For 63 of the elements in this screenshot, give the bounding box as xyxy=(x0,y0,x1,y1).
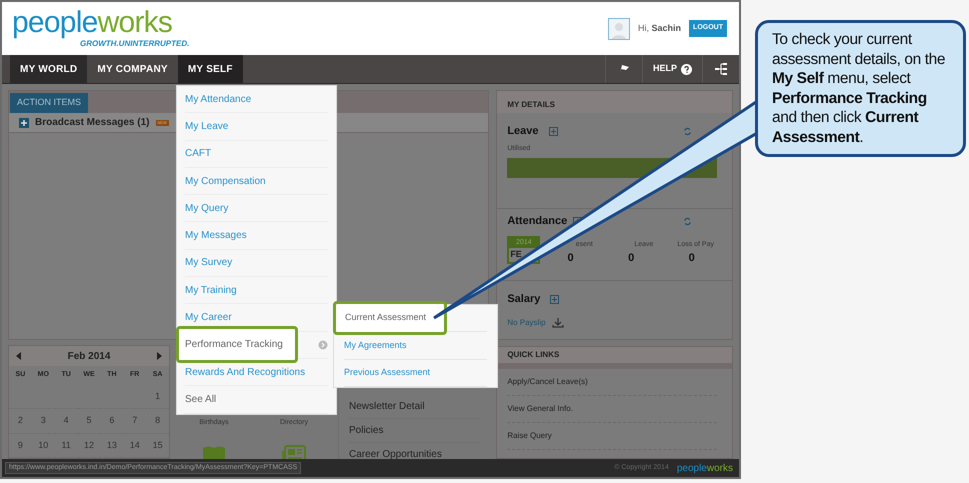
calendar-day[interactable]: 11 xyxy=(54,434,78,458)
nav-tab[interactable]: MY SELF xyxy=(178,55,243,83)
footer-logo: peopleworks xyxy=(676,462,733,476)
menu-item[interactable]: My Leave xyxy=(185,118,228,134)
submenu-item[interactable]: My Agreements xyxy=(344,338,407,352)
menu-item[interactable]: My Query xyxy=(185,200,228,216)
section-title: Leave xyxy=(507,124,539,139)
expand-icon xyxy=(550,294,560,304)
callout-text: To check your current assessment details, on the My Self menu, select Performance Tracking and then click Current Assessment. xyxy=(772,30,946,147)
menu-item[interactable]: My Survey xyxy=(185,255,232,270)
calendar-day[interactable]: 13 xyxy=(100,434,124,458)
link-item[interactable]: Policies xyxy=(349,419,480,443)
expand-icon[interactable] xyxy=(19,118,29,128)
menu-item[interactable]: Rewards And Recognitions xyxy=(185,364,306,380)
quick-link[interactable]: Apply/Cancel Leave(s) xyxy=(507,369,718,396)
calendar-day[interactable]: 3 xyxy=(32,409,55,434)
payslip-link[interactable]: No Payslip xyxy=(507,316,546,328)
nav-tab[interactable]: MY COMPANY xyxy=(87,55,178,83)
quick-link[interactable]: View General Info. xyxy=(507,396,718,423)
calendar-day[interactable]: 7 xyxy=(123,409,146,434)
section-title: Salary xyxy=(507,292,540,307)
panel-title: MY DETAILS xyxy=(507,99,556,111)
logo: peopleworks xyxy=(12,8,172,38)
submenu-item[interactable]: Current Assessment xyxy=(333,301,448,335)
quick-link[interactable]: Raise Query xyxy=(507,423,718,450)
menu-item[interactable]: My Training xyxy=(185,282,237,298)
nav-tab[interactable]: MY WORLD xyxy=(10,55,88,83)
broadcast-messages: Broadcast Messages (1) xyxy=(35,116,150,130)
avatar xyxy=(608,18,630,40)
section-title: Attendance xyxy=(507,214,568,229)
menu-item[interactable]: My Messages xyxy=(185,228,247,244)
calendar-day[interactable]: 14 xyxy=(123,434,146,458)
download-icon[interactable] xyxy=(552,318,564,328)
calendar-day[interactable]: 12 xyxy=(78,434,100,458)
menu-item[interactable]: My Attendance xyxy=(185,92,252,107)
menu-item[interactable]: See All xyxy=(185,392,216,407)
submenu-item[interactable]: Previous Assessment xyxy=(344,366,430,380)
expand-icon xyxy=(548,126,558,136)
badge-month: FE xyxy=(510,248,522,261)
calendar-day[interactable]: 10 xyxy=(32,434,55,458)
calendar-day[interactable]: 4 xyxy=(54,409,78,434)
menu-item[interactable]: My Compensation xyxy=(185,174,266,189)
help-button[interactable]: HELP xyxy=(642,55,702,83)
link-item[interactable]: Newsletter Detail xyxy=(349,395,480,419)
menu-item[interactable]: My Career xyxy=(185,310,232,326)
calendar-day[interactable]: 6 xyxy=(100,409,124,434)
stat-value: 0 xyxy=(628,251,634,266)
calendar-day[interactable]: 5 xyxy=(78,409,100,434)
panel-title: QUICK LINKS xyxy=(507,349,560,361)
calendar-day[interactable]: 1 xyxy=(146,384,169,409)
menu-item[interactable]: CAFT xyxy=(185,146,212,162)
calendar-day[interactable]: 2 xyxy=(9,409,32,434)
user-greeting: Hi, Sachin xyxy=(638,22,682,35)
stat-value: 0 xyxy=(688,251,695,266)
calendar-day[interactable]: 9 xyxy=(9,434,32,458)
logo-tagline: GROWTH.UNINTERRUPTED. xyxy=(80,38,190,50)
action-items-tab[interactable]: ACTION ITEMS xyxy=(10,93,88,113)
help-icon xyxy=(681,64,692,74)
stat-value: 0 xyxy=(568,251,574,266)
calendar-month: Feb 2014 xyxy=(68,350,110,364)
calendar-day[interactable]: 15 xyxy=(146,434,169,458)
calendar-day[interactable]: 8 xyxy=(146,409,169,434)
menu-item[interactable]: Performance Tracking xyxy=(176,326,298,364)
